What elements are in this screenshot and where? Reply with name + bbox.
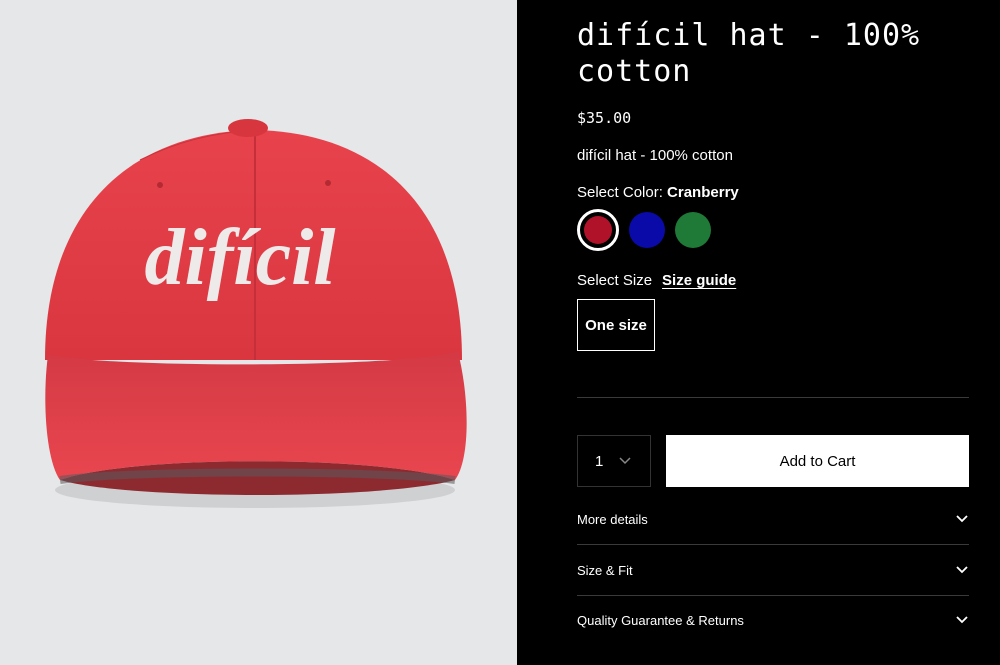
product-price: $35.00 — [577, 109, 632, 127]
quantity-select[interactable]: 1 — [577, 435, 651, 487]
accordion-label: Quality Guarantee & Returns — [577, 612, 744, 628]
size-option-one-size[interactable]: One size — [577, 299, 655, 351]
product-title: difícil hat - 100% cotton — [577, 18, 921, 89]
add-to-cart-button[interactable]: Add to Cart — [666, 435, 969, 487]
product-image: difícil — [0, 0, 517, 665]
size-guide-link[interactable]: Size guide — [662, 272, 736, 289]
accordion-label: More details — [577, 511, 648, 527]
selected-color-name: Cranberry — [667, 184, 739, 201]
chevron-down-icon — [955, 563, 969, 577]
quantity-value: 1 — [595, 452, 604, 470]
hat-embroidery-text: difícil — [144, 214, 336, 302]
product-subtitle: difícil hat - 100% cotton — [577, 147, 733, 164]
accordion-quality-returns[interactable]: Quality Guarantee & Returns — [577, 595, 969, 645]
color-label: Select Color: Cranberry — [577, 184, 739, 201]
divider — [577, 397, 969, 398]
size-label: Select Size — [577, 272, 653, 289]
size-row: Select Size Size guide — [577, 272, 736, 289]
chevron-down-icon — [955, 512, 969, 526]
accordion-more-details[interactable]: More details — [577, 494, 969, 544]
accordion-label: Size & Fit — [577, 562, 633, 578]
swatch-green[interactable] — [675, 212, 711, 248]
swatch-blue[interactable] — [629, 212, 665, 248]
hat-illustration: difícil — [45, 119, 467, 508]
swatch-cranberry-dot — [584, 216, 612, 244]
product-page: difícil difícil hat - 100% cotton $35.00… — [0, 0, 1000, 665]
swatch-cranberry[interactable] — [577, 209, 619, 251]
product-info: difícil hat - 100% cotton $35.00 difícil… — [517, 0, 1000, 665]
accordion-size-fit[interactable]: Size & Fit — [577, 545, 969, 595]
color-swatches — [577, 209, 711, 251]
color-label-text: Select Color: — [577, 184, 663, 201]
chevron-down-icon — [619, 457, 631, 465]
chevron-down-icon — [955, 613, 969, 627]
